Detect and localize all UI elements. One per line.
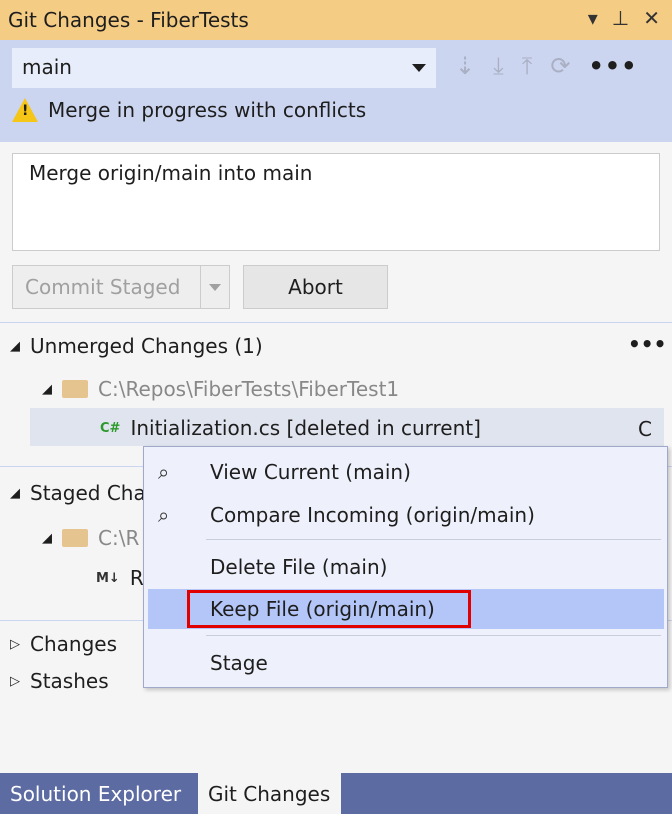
section-title: Stashes [30, 669, 109, 693]
menu-label: View Current (main) [210, 460, 411, 484]
menu-label: Compare Incoming (origin/main) [210, 503, 535, 527]
close-icon[interactable]: ✕ [643, 6, 660, 30]
folder-icon [62, 380, 88, 398]
section-title: Changes [30, 632, 117, 656]
git-toolbar: main ⇣ ⤓ ⤒ ⟳ ••• ! Merge in progress wit… [0, 40, 672, 142]
collapse-icon[interactable]: ▷ [10, 637, 20, 652]
folder-path: C:\Repos\FiberTests\FiberTest1 [98, 377, 400, 401]
divider [0, 322, 672, 323]
expand-icon[interactable]: ◢ [10, 486, 20, 501]
menu-label: Delete File (main) [210, 555, 388, 579]
abort-button[interactable]: Abort [243, 265, 388, 309]
push-icon[interactable]: ⤒ [522, 52, 533, 80]
staged-changes-header[interactable]: ◢ Staged Cha [10, 481, 146, 505]
highlight-callout [187, 590, 471, 628]
tab-solution-explorer[interactable]: Solution Explorer [0, 773, 191, 814]
menu-item-keep-file[interactable]: Keep File (origin/main) [148, 589, 664, 629]
tab-git-changes[interactable]: Git Changes [198, 773, 341, 814]
fetch-icon[interactable]: ⇣ [455, 52, 475, 80]
title-bar: Git Changes - FiberTests ▾ ⊥ ✕ [0, 0, 672, 40]
modified-file-icon: M↓ [96, 570, 120, 586]
menu-separator [206, 539, 661, 540]
unmerged-folder[interactable]: ◢ C:\Repos\FiberTests\FiberTest1 [42, 377, 399, 401]
unmerged-changes-header[interactable]: ◢ Unmerged Changes (1) [10, 334, 263, 358]
branch-name: main [22, 55, 72, 79]
tab-label: Git Changes [208, 781, 331, 806]
unmerged-file[interactable]: C# Initialization.cs [deleted in current… [100, 416, 481, 440]
file-status: C [638, 417, 652, 441]
divider [200, 266, 201, 308]
branch-selector[interactable]: main [12, 48, 436, 88]
collapse-icon[interactable]: ▷ [10, 674, 20, 689]
expand-icon[interactable]: ◢ [10, 339, 20, 354]
commit-message-text: Merge origin/main into main [29, 161, 313, 185]
context-menu: ⌕ View Current (main) ⌕ Compare Incoming (… [143, 446, 668, 688]
pull-icon[interactable]: ⤓ [493, 52, 504, 80]
menu-item-compare-incoming[interactable]: ⌕ Compare Incoming (origin/main) [144, 495, 667, 535]
folder-icon [62, 529, 88, 547]
section-title: Staged Cha [30, 481, 146, 505]
merge-warning: ! Merge in progress with conflicts [12, 98, 366, 122]
changes-header[interactable]: ▷ Changes [10, 632, 117, 656]
pin-icon[interactable]: ⊥ [612, 6, 629, 30]
compare-icon: ⌕ [158, 503, 170, 527]
csharp-file-icon: C# [100, 420, 121, 436]
menu-item-view-current[interactable]: ⌕ View Current (main) [144, 452, 667, 492]
sync-icon[interactable]: ⟳ [550, 52, 570, 80]
commit-message-input[interactable]: Merge origin/main into main [12, 153, 660, 251]
staged-folder[interactable]: ◢ C:\R [42, 526, 139, 550]
menu-item-stage[interactable]: Stage [144, 643, 667, 683]
more-options-button[interactable]: ••• [588, 52, 637, 80]
chevron-down-icon[interactable] [209, 284, 221, 291]
menu-label: Stage [210, 651, 268, 675]
warning-text: Merge in progress with conflicts [48, 98, 367, 122]
folder-path: C:\R [98, 526, 140, 550]
unmerged-more-button[interactable]: ••• [628, 332, 666, 356]
tab-label: Solution Explorer [10, 781, 182, 806]
chevron-down-icon [412, 64, 426, 72]
tab-bar: Solution Explorer Git Changes [0, 773, 672, 814]
abort-label: Abort [288, 275, 343, 299]
menu-separator [206, 635, 661, 636]
menu-item-delete-file[interactable]: Delete File (main) [144, 547, 667, 587]
expand-icon[interactable]: ◢ [42, 531, 52, 546]
expand-icon[interactable]: ◢ [42, 382, 52, 397]
compare-icon: ⌕ [158, 460, 170, 484]
dropdown-icon[interactable]: ▾ [588, 6, 598, 30]
staged-file[interactable]: M↓ R [96, 566, 144, 590]
stashes-header[interactable]: ▷ Stashes [10, 669, 109, 693]
file-name: Initialization.cs [deleted in current] [130, 416, 481, 440]
section-title: Unmerged Changes (1) [30, 334, 263, 358]
warning-icon: ! [12, 98, 38, 122]
commit-staged-label: Commit Staged [25, 275, 181, 299]
window-title: Git Changes - FiberTests [8, 8, 249, 32]
file-name: R [129, 566, 144, 590]
commit-staged-button[interactable]: Commit Staged [12, 265, 230, 309]
